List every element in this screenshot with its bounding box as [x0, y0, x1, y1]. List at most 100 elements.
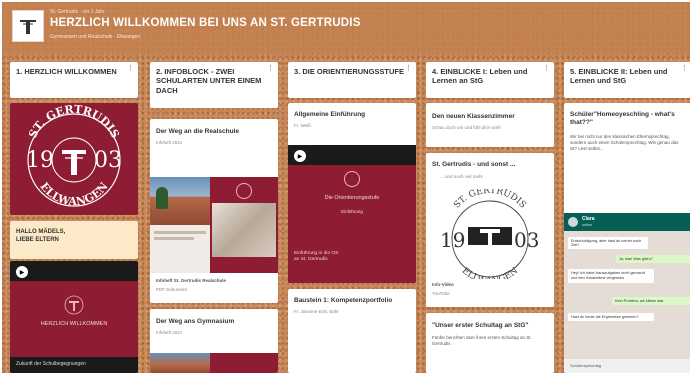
board-meta: St. Gertrudis · vor 1 Jahr: [50, 9, 105, 15]
gymnasium-card[interactable]: Der Weg ans Gymnasium Infoheft 2021: [150, 309, 278, 373]
column-5-title-text: 5. EINBLICKE II: Leben und Lernen und St…: [570, 67, 668, 86]
realschule-card-title: Der Weg an die Realschule: [156, 128, 239, 135]
greeting-line-2: LIEBE ELTERN: [16, 237, 59, 243]
chat-screenshot: Clara online Entschuldigung, aber hast d…: [564, 213, 690, 373]
column-3-title: 3. DIE ORIENTIERUNGSSTUFE ⋮: [288, 62, 416, 98]
einfuehrung-card-title: Allgemeine Einführung: [294, 111, 366, 118]
column-4-title: 4. EINBLICKE I: Leben und Lernen an StG …: [426, 62, 554, 98]
greeting-card[interactable]: HALLO MÄDELS, LIEBE ELTERN: [10, 221, 138, 259]
schuelersprechtag-card-body: Wir bei nicht nur den klassischen Eltern…: [570, 133, 679, 151]
column-1-title-text: 1. HERZLICH WILLKOMMEN: [16, 67, 117, 76]
svg-text:ST. GERTRUDIS: ST. GERTRUDIS: [452, 189, 527, 210]
chat-contact-status: online: [582, 223, 593, 227]
video-logo-icon: [64, 295, 84, 315]
column-1: 1. HERZLICH WILLKOMMEN ⋮: [10, 62, 138, 98]
einfuehrung-card[interactable]: Allgemeine Einführung Fr. Weiß ▶ Die Ori…: [288, 103, 416, 283]
seal-right-text: 03: [94, 148, 122, 173]
welcome-video-caption: Zukunft der Schulbegegnungen: [16, 361, 86, 367]
seal-right-text: 03: [514, 228, 539, 252]
column-2: 2. INFOBLOCK - ZWEI SCHULARTEN UNTER EIN…: [150, 62, 278, 108]
seal-top-text: ST. GERTRUDIS: [26, 103, 122, 140]
realschule-card-filetype: PDF Dokument: [156, 287, 187, 292]
school-seal-icon: ST. GERTRUDIS ELLWANGEN 19 03: [26, 103, 122, 208]
column-3-title-text: 3. DIE ORIENTIERUNGSSTUFE: [294, 67, 405, 76]
welcome-video-title: HERZLICH WILLKOMMEN: [40, 321, 108, 327]
gymnasium-brochure-cover: [210, 353, 278, 373]
greeting-line-1: HALLO MÄDELS,: [16, 229, 66, 235]
erster-schultag-card[interactable]: "Unser erster Schultag an StG" Fünfer be…: [426, 313, 554, 373]
welcome-video-frame: HERZLICH WILLKOMMEN: [10, 281, 138, 357]
seal-bottom-text: ELLWANGEN: [460, 266, 521, 279]
gymnasium-card-title: Der Weg ans Gymnasium: [156, 318, 235, 325]
video-logo-icon: [344, 171, 360, 187]
os-video-subtitle: Einführung: [341, 209, 363, 214]
erster-schultag-card-title: "Unser erster Schultag an StG": [432, 322, 529, 329]
svg-text:ST. GERTRUDIS: ST. GERTRUDIS: [26, 103, 122, 140]
board-title: HERZLICH WILLKOMMEN BEI UNS AN ST. GERTR…: [50, 17, 361, 29]
avatar: [568, 217, 578, 227]
play-icon[interactable]: ▶: [16, 266, 28, 278]
und-sonst-card-title: St. Gertrudis - und sonst ...: [432, 161, 516, 168]
column-4: 4. EINBLICKE I: Leben und Lernen an StG …: [426, 62, 554, 98]
board-subtitle: Gymnasium und Realschule · Ellwangen: [50, 34, 141, 40]
seal-top-text: ST. GERTRUDIS: [452, 189, 527, 210]
column-menu-icon[interactable]: ⋮: [405, 65, 412, 74]
chat-contact-name: Clara: [582, 216, 595, 222]
welcome-video-card[interactable]: ▶ HERZLICH WILLKOMMEN Zukunft der Schulb…: [10, 261, 138, 373]
chat-message: Entschuldigung, aber hast du vorher noch…: [568, 237, 648, 249]
kompetenzportfolio-card[interactable]: Baustein 1: Kompetenzportfolio Fr. Jasmi…: [288, 289, 416, 373]
column-5: 5. EINBLICKE II: Leben und Lernen und St…: [564, 62, 690, 98]
gymnasium-brochure-image: [150, 353, 210, 373]
und-sonst-card-source: YouTube: [432, 291, 450, 296]
einfuehrung-card-subtitle: Fr. Weiß: [294, 123, 311, 128]
chat-message: Hast du heute die Ergebnisse gesehen?: [568, 313, 654, 321]
klassenzimmer-card-title: Den neuen Klassenzimmer: [432, 113, 515, 120]
column-4-title-text: 4. EINBLICKE I: Leben und Lernen an StG: [432, 67, 528, 86]
realschule-brochure-image: [150, 177, 278, 273]
schuelersprechtag-card[interactable]: Schüler"Homeoyeschling - what's that??" …: [564, 103, 690, 373]
kompetenzportfolio-card-title: Baustein 1: Kompetenzportfolio: [294, 297, 393, 304]
chat-header: Clara online: [564, 213, 690, 231]
chat-message: Kein Problem, wir klären das: [612, 297, 690, 305]
klassenzimmer-card[interactable]: Den neuen Klassenzimmer Schau doch um un…: [426, 103, 554, 147]
column-5-title: 5. EINBLICKE II: Leben und Lernen und St…: [564, 62, 690, 98]
school-logo-icon: [20, 20, 36, 34]
erster-schultag-card-body: Fünfer berichten über ihren ersten Schul…: [432, 335, 532, 347]
schuelersprechtag-card-title: Schüler"Homeoyeschling - what's that??": [570, 111, 675, 127]
realschule-card-subtitle: Infoheft 2021: [156, 140, 183, 145]
column-menu-icon[interactable]: ⋮: [127, 65, 134, 74]
und-sonst-card-caption: Info-Video: [432, 282, 454, 287]
os-video-frame: Die Orientierungsstufe Einführung: [288, 165, 416, 245]
school-logo[interactable]: [12, 10, 44, 42]
column-menu-icon[interactable]: ⋮: [267, 65, 274, 74]
chat-message: Ja, klar! Was gibt's?: [616, 255, 690, 263]
realschule-card-caption: Infoheft St. Gertrudis Realschule: [156, 278, 227, 283]
board-header: St. Gertrudis · vor 1 Jahr HERZLICH WILL…: [2, 2, 690, 54]
svg-text:ELLWANGEN: ELLWANGEN: [37, 180, 110, 208]
school-seal-icon: ST. GERTRUDIS ELLWANGEN 19 03: [440, 189, 539, 279]
seal-left-text: 19: [440, 228, 465, 252]
play-icon[interactable]: ▶: [294, 150, 306, 162]
column-menu-icon[interactable]: ⋮: [681, 65, 688, 74]
seal-card[interactable]: ST. GERTRUDIS ELLWANGEN 19 03: [10, 103, 138, 215]
os-video[interactable]: ▶ Die Orientierungsstufe Einführung Einf…: [288, 145, 416, 283]
column-3: 3. DIE ORIENTIERUNGSSTUFE ⋮: [288, 62, 416, 98]
seal-bottom-text: ELLWANGEN: [37, 180, 110, 208]
klassenzimmer-card-subtitle: Schau doch um und fühl dich wohl: [432, 125, 501, 130]
os-video-title: Die Orientierungsstufe: [324, 195, 380, 201]
column-2-title-text: 2. INFOBLOCK - ZWEI SCHULARTEN UNTER EIN…: [156, 67, 262, 95]
column-1-title: 1. HERZLICH WILLKOMMEN ⋮: [10, 62, 138, 98]
svg-text:ELLWANGEN: ELLWANGEN: [460, 266, 521, 279]
os-video-caption-area: Einführung in die OS an St. Gertrudis: [288, 245, 416, 283]
chat-footer: Schülersprechtag: [564, 359, 690, 373]
os-video-caption: Einführung in die OS: [294, 251, 339, 256]
os-video-caption-2: an St. Gertrudis: [294, 257, 328, 262]
chat-message: Hey! Ich habe Hausaufgaben nicht gemacht…: [568, 269, 654, 283]
column-menu-icon[interactable]: ⋮: [543, 65, 550, 74]
und-sonst-card[interactable]: St. Gertrudis - und sonst ... ... und no…: [426, 153, 554, 307]
und-sonst-card-subtitle: ... und noch viel mehr: [440, 174, 484, 179]
realschule-card[interactable]: Der Weg an die Realschule Infoheft 2021 …: [150, 119, 278, 303]
seal-left-text: 19: [26, 148, 54, 173]
padlet-board: St. Gertrudis · vor 1 Jahr HERZLICH WILL…: [2, 2, 690, 373]
kompetenzportfolio-card-subtitle: Fr. Jasmine Erdt, Bahr: [294, 309, 339, 314]
